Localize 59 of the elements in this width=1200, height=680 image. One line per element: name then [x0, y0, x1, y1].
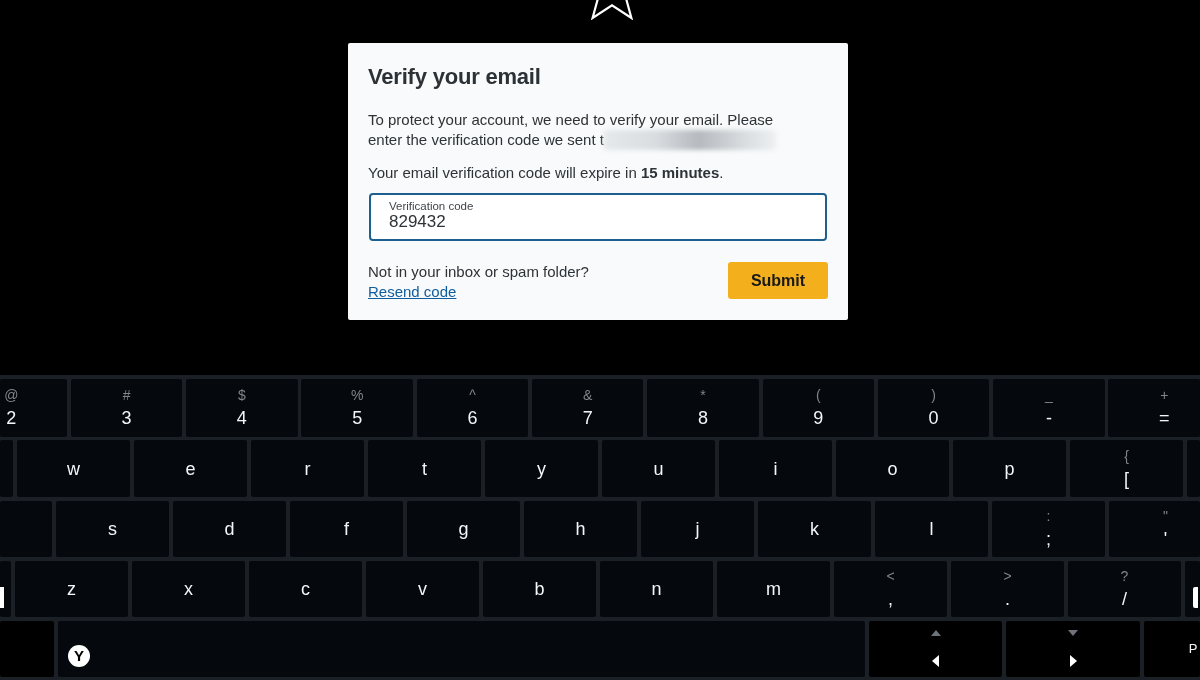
expiry-note: Your email verification code will expire in 15 minutes. [368, 163, 724, 183]
keyboard-key[interactable]: x [132, 561, 245, 617]
keyboard-key[interactable]: > . [951, 561, 1064, 617]
keyboard-key[interactable]: p [953, 440, 1066, 497]
keyboard-key[interactable]: m [717, 561, 830, 617]
keyboard-key[interactable]: k [758, 501, 871, 557]
keyboard-key[interactable]: g [407, 501, 520, 557]
keyboard-key[interactable]: v [366, 561, 479, 617]
keyboard-key[interactable]: b [483, 561, 596, 617]
bar-icon [0, 587, 4, 608]
keyboard-key[interactable]: i [719, 440, 832, 497]
up-triangle-icon [930, 630, 941, 636]
keyboard-key[interactable]: < , [834, 561, 947, 617]
keyboard-key[interactable]: ) 0 [877, 379, 990, 437]
right-triangle-icon [1069, 655, 1077, 667]
keyboard-key[interactable]: e [134, 440, 247, 497]
keyboard-key[interactable]: n [600, 561, 713, 617]
keyboard-key[interactable]: _ - [993, 379, 1105, 437]
keyboard-key[interactable]: h [524, 501, 637, 557]
keyboard-key[interactable]: ( 9 [762, 379, 875, 437]
keyboard-key[interactable]: P [1144, 621, 1200, 677]
keyboard-key[interactable]: j [641, 501, 754, 557]
keyboard-key[interactable]: s [56, 501, 169, 557]
keyboard-key[interactable]: Y [58, 621, 865, 677]
down-triangle-icon [1068, 630, 1078, 636]
keyboard-key[interactable]: # 3 [70, 379, 183, 437]
gamepad-button-hint: Y [68, 645, 90, 667]
keyboard-key[interactable]: + = [1108, 379, 1200, 437]
keyboard-key[interactable]: c [249, 561, 362, 617]
field-label: Verification code [389, 199, 474, 213]
keyboard-key[interactable]: z [15, 561, 128, 617]
keyboard-key[interactable] [1185, 561, 1200, 617]
keyboard-key[interactable]: { [ [1070, 440, 1183, 497]
dialog-message: To protect your account, we need to verify your email. Please enter the verification code we sent t [368, 110, 808, 150]
keyboard-key[interactable]: $ 4 [186, 379, 298, 437]
bar-icon [1193, 587, 1198, 608]
keyboard-key[interactable]: r [251, 440, 364, 497]
keyboard-key[interactable]: " ' [1109, 501, 1200, 557]
keyboard-key[interactable]: : ; [992, 501, 1105, 557]
keyboard-key[interactable]: o [836, 440, 949, 497]
keyboard-key[interactable]: * 8 [647, 379, 759, 437]
keyboard-key[interactable] [0, 561, 11, 617]
keyboard-key[interactable]: w [17, 440, 130, 497]
keyboard-key[interactable]: % 5 [301, 379, 413, 437]
keyboard-key[interactable]: l [875, 501, 988, 557]
dialog-title: Verify your email [368, 63, 541, 91]
help-text: Not in your inbox or spam folder? [368, 262, 589, 282]
left-triangle-icon [932, 655, 939, 667]
keyboard-key[interactable]: ^ 6 [416, 379, 529, 437]
resend-code-link[interactable]: Resend code [368, 282, 457, 302]
keyboard-key[interactable]: t [368, 440, 481, 497]
keyboard-key[interactable]: u [602, 440, 715, 497]
keyboard-key[interactable]: & 7 [532, 379, 644, 437]
keyboard-key[interactable]: ? / [1068, 561, 1181, 617]
keyboard-key[interactable]: @ 2 [0, 379, 67, 437]
keyboard-key[interactable]: f [290, 501, 403, 557]
keyboard-key[interactable]: y [485, 440, 598, 497]
submit-button[interactable]: Submit [728, 262, 828, 299]
keyboard-key[interactable]: d [173, 501, 286, 557]
